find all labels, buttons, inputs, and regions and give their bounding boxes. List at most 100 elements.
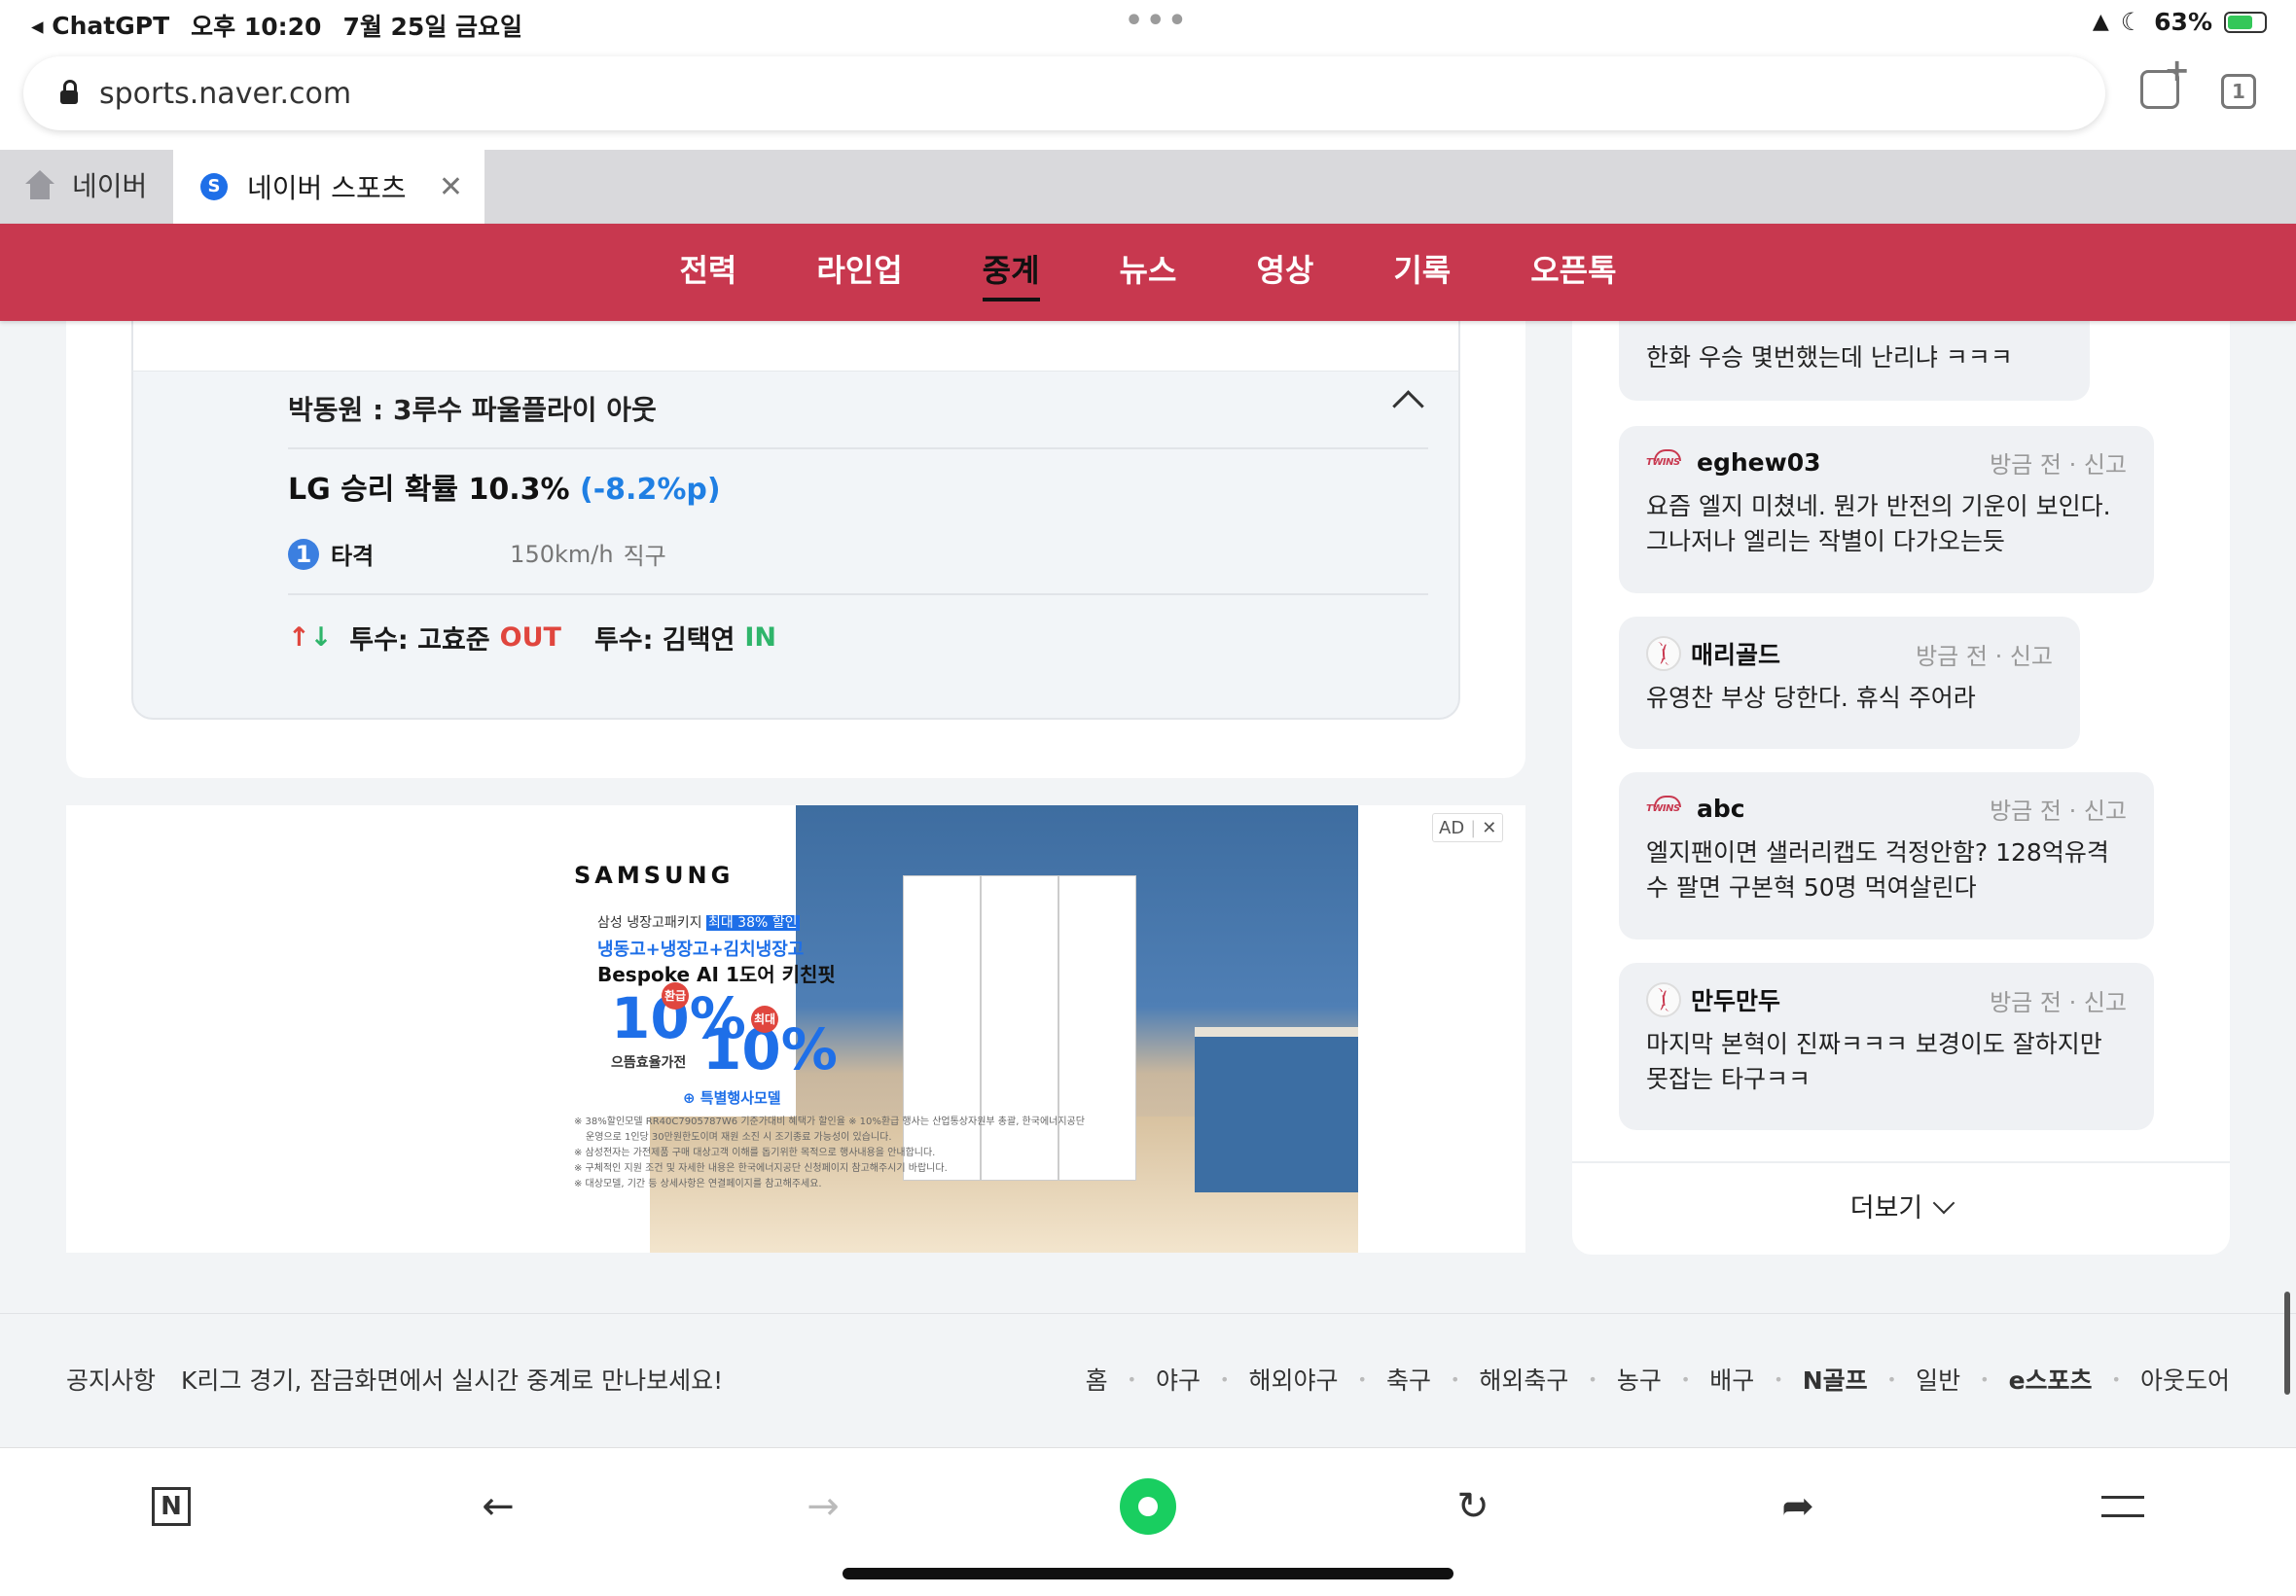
ad-image[interactable]: SAMSUNG 삼성 냉장고패키지 최대 38% 할인 냉동고+냉장고+김치냉장… (358, 805, 1358, 1253)
chat-user[interactable]: abc (1697, 795, 1745, 823)
pitcher-in-label: 투수: 김택연 (593, 625, 735, 656)
back-to-app-link[interactable]: ◂ ChatGPT (31, 12, 169, 40)
win-probability: LG 승리 확률 10.3% (-8.2%p) (288, 465, 721, 508)
footer-link-home[interactable]: 홈 (1086, 1362, 1108, 1397)
twins-team-icon (1646, 795, 1687, 823)
ad-fine-print: 운영으로 1인당 30만원한도이며 재원 소진 시 조기종료 가능성이 있습니다… (586, 1132, 892, 1143)
chat-message-text: 마지막 본혁이 진짜ㅋㅋㅋ 보경이도 잘하지만 못잡는 타구ㅋㅋ (1646, 1030, 2102, 1093)
lock-icon (60, 80, 78, 104)
pitcher-out-label: 투수: 고효준 (349, 625, 490, 656)
status-date: 7월 25일 금요일 (342, 13, 523, 41)
play-description: 박동원 : 3루수 파울플라이 아웃 (288, 394, 657, 426)
address-bar-row: sports.naver.com 1 (0, 45, 2296, 150)
nav-item-lineup[interactable]: 라인업 (776, 224, 942, 321)
win-probability-delta: (-8.2%p) (580, 473, 721, 507)
close-tab-icon[interactable]: ✕ (439, 170, 463, 204)
batter-row-partial (131, 321, 1460, 372)
baseball-icon (1646, 636, 1681, 671)
chat-user[interactable]: 매리골드 (1691, 636, 1780, 671)
notice-label[interactable]: 공지사항 (66, 1362, 156, 1397)
footer-link-overseas-soccer[interactable]: 해외축구 (1479, 1362, 1568, 1397)
new-tab-icon[interactable] (2140, 52, 2190, 109)
report-link[interactable]: 신고 (2084, 451, 2127, 479)
divider (1572, 1161, 2230, 1163)
divider (288, 447, 1428, 449)
forward-arrow-icon[interactable]: → (794, 1477, 852, 1536)
swap-arrows-icon: ↑↓ (288, 622, 333, 653)
win-probability-value: LG 승리 확률 10.3% (288, 473, 570, 507)
naver-n-icon[interactable]: N (142, 1477, 200, 1536)
ad-banner[interactable]: SAMSUNG 삼성 냉장고패키지 최대 38% 할인 냉동고+냉장고+김치냉장… (66, 805, 1525, 1253)
chat-user[interactable]: eghew03 (1697, 448, 1821, 477)
scrollbar[interactable] (2284, 1292, 2290, 1395)
pitch-type: 직구 (623, 543, 666, 570)
multitask-dots-icon[interactable]: ••• (1125, 4, 1190, 38)
footer-link-basketball[interactable]: 농구 (1617, 1362, 1662, 1397)
moon-icon: ☾ (2120, 8, 2143, 36)
report-link[interactable]: 신고 (2084, 798, 2127, 825)
nav-item-news[interactable]: 뉴스 (1080, 224, 1217, 321)
ad-brand: SAMSUNG (574, 862, 735, 889)
notice-text[interactable]: K리그 경기, 잠금화면에서 실시간 중계로 만나보세요! (181, 1362, 723, 1397)
nav-item-lineup-strength[interactable]: 전력 (639, 224, 776, 321)
footer-link-outdoor[interactable]: 아웃도어 (2140, 1362, 2230, 1397)
status-time: 오후 10:20 (191, 13, 322, 41)
chat-meta: 방금 전 · 신고 (1990, 988, 2127, 1016)
ad-fine-print: ※ 38%할인모델 RR40C7905787W6 기준가대비 혜택가 할인율 ※… (574, 1117, 1085, 1127)
tab-label: 네이버 스포츠 (247, 172, 407, 204)
tab-naver-sports[interactable]: S 네이버 스포츠 ✕ (173, 150, 484, 224)
naver-sports-icon: S (200, 173, 228, 200)
refresh-icon[interactable]: ↻ (1444, 1477, 1502, 1536)
home-indicator (843, 1568, 1453, 1579)
footer-link-esports[interactable]: e스포츠 (2009, 1362, 2093, 1397)
pitch-speed: 150km/h (510, 540, 614, 568)
report-link[interactable]: 신고 (2010, 643, 2053, 670)
address-bar[interactable]: sports.naver.com (23, 56, 2105, 130)
ad-fine-print: ※ 삼성전자는 가전제품 구매 대상고객 이해를 돕기위한 목적으로 행사내용을… (574, 1148, 936, 1158)
close-ad-icon[interactable]: ✕ (1482, 818, 1496, 838)
status-right: ▲ ☾ 63% (2093, 8, 2267, 36)
footer-nav: 홈 • 야구 • 해외야구 • 축구 • 해외축구 • 농구 • 배구 • N골프 • 일반 • … (1086, 1362, 2230, 1397)
more-button[interactable]: 더보기 (1572, 1187, 2230, 1224)
chat-user[interactable]: 만두만두 (1691, 982, 1780, 1017)
nav-item-video[interactable]: 영상 (1216, 224, 1353, 321)
ad-efficiency: 으뜸효율가전 (611, 1055, 687, 1071)
tab-label: 네이버 (72, 170, 148, 202)
chat-message-text: 요즘 엘지 미쳤네. 뭔가 반전의 기운이 보인다. 그나저나 엘리는 작별이 … (1646, 492, 2111, 555)
ad-label[interactable]: AD | ✕ (1432, 813, 1504, 842)
footer-link-overseas-baseball[interactable]: 해외야구 (1248, 1362, 1338, 1397)
menu-icon[interactable] (2094, 1477, 2152, 1536)
back-arrow-icon[interactable]: ← (469, 1477, 527, 1536)
footer-link-general[interactable]: 일반 (1916, 1362, 1960, 1397)
chevron-down-icon (1932, 1191, 1955, 1215)
share-icon[interactable]: ➦ (1769, 1477, 1827, 1536)
baseball-icon (1646, 982, 1681, 1017)
tab-strip: 네이버 S 네이버 스포츠 ✕ (0, 150, 2296, 224)
out-tag: OUT (499, 622, 561, 653)
wifi-icon: ▲ (2092, 10, 2109, 34)
chat-message-text: 유영찬 부상 당한다. 휴식 주어라 (1646, 684, 1976, 712)
footer-link-baseball[interactable]: 야구 (1156, 1362, 1201, 1397)
nav-item-records[interactable]: 기록 (1353, 224, 1490, 321)
footer-link-volleyball[interactable]: 배구 (1709, 1362, 1754, 1397)
kitchen-counter (1195, 1027, 1358, 1192)
green-dot-icon[interactable] (1119, 1477, 1177, 1536)
tab-naver[interactable]: 네이버 (25, 165, 147, 204)
pitch-row: 1 타격 150km/h 직구 (288, 537, 666, 571)
tab-count-button[interactable]: 1 (2221, 74, 2256, 109)
chat-message: abc 방금 전 · 신고 엘지팬이면 샐러리캡도 걱정안함? 128억유격수 … (1619, 772, 2154, 940)
chat-message: 만두만두 방금 전 · 신고 마지막 본혁이 진짜ㅋㅋㅋ 보경이도 잘하지만 못… (1619, 963, 2154, 1130)
chat-message-text: 한화 우승 몇번했는데 난리냐 ㅋㅋㅋ (1646, 343, 2013, 372)
chat-meta: 방금 전 · 신고 (1916, 642, 2053, 670)
report-link[interactable]: 신고 (2084, 989, 2127, 1016)
ad-model: ⊕ 특별행사모델 (683, 1089, 781, 1107)
twins-team-icon (1646, 448, 1687, 477)
nav-item-opentalk[interactable]: 오픈톡 (1490, 224, 1656, 321)
home-icon (25, 170, 54, 199)
footer-link-soccer[interactable]: 축구 (1386, 1362, 1431, 1397)
footer-link-golf[interactable]: N골프 (1803, 1362, 1868, 1397)
nav-item-relay[interactable]: 중계 (943, 224, 1080, 321)
ad-line-3: Bespoke AI 1도어 키친핏 (597, 963, 836, 986)
ad-fine-print: ※ 대상모델, 기간 등 상세사항은 연결페이지를 참고해주세요. (574, 1179, 822, 1189)
ad-line-2: 냉동고+냉장고+김치냉장고 (597, 940, 805, 960)
